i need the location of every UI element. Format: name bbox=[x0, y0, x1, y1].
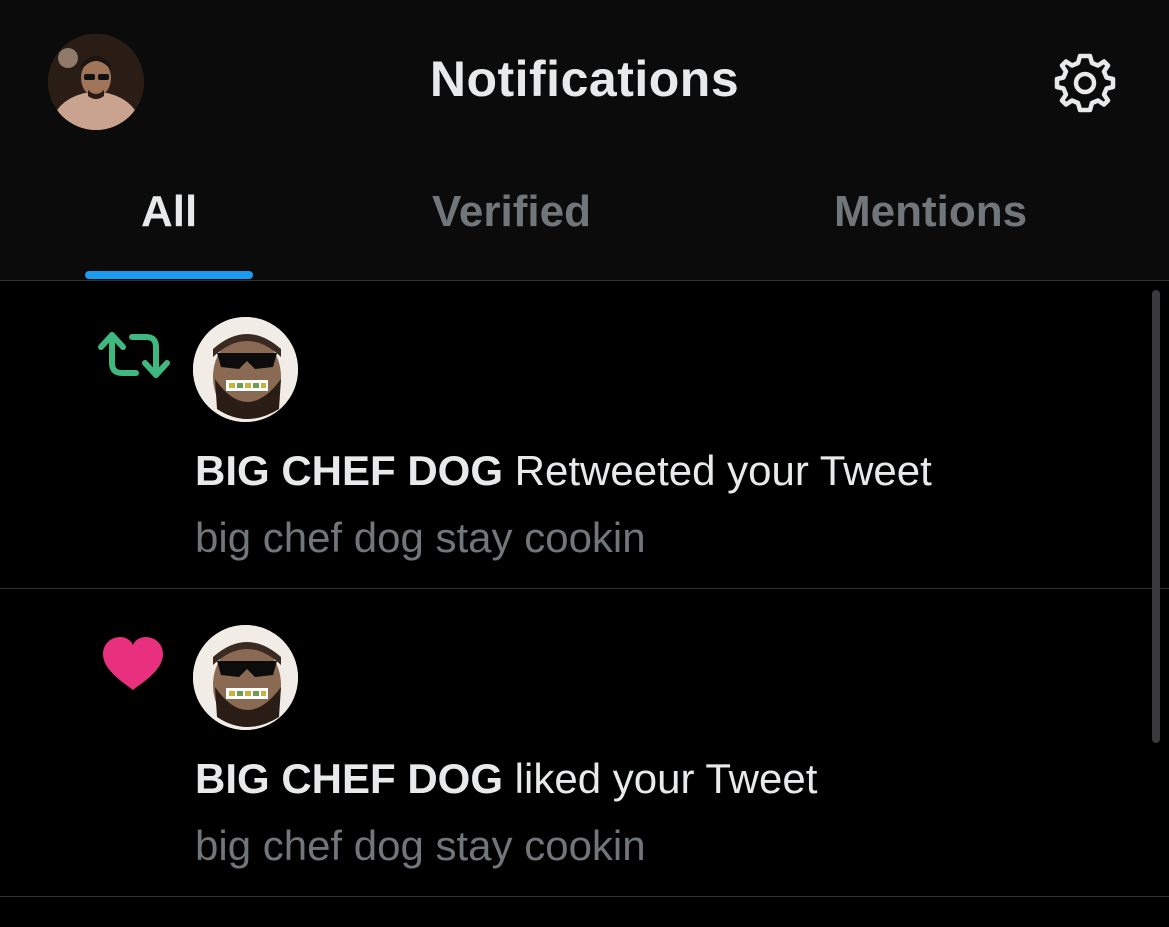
tab-verified[interactable]: Verified bbox=[432, 187, 591, 237]
top-bar: Notifications bbox=[0, 0, 1169, 165]
like-indicator bbox=[96, 633, 172, 693]
user-avatar[interactable] bbox=[193, 625, 298, 730]
notification-text: BIG CHEF DOG Retweeted your Tweet bbox=[195, 447, 932, 495]
notifications-screen: Notifications All Verified Mentions BIG … bbox=[0, 0, 1169, 927]
heart-icon bbox=[103, 637, 163, 690]
user-name[interactable]: BIG CHEF DOG bbox=[195, 447, 503, 494]
tweet-preview: big chef dog stay cookin bbox=[195, 822, 646, 869]
gear-icon bbox=[1054, 53, 1116, 113]
action-text: Retweeted your Tweet bbox=[503, 447, 932, 494]
notification-list: BIG CHEF DOG Retweeted your Tweet big ch… bbox=[0, 281, 1169, 927]
avatar-image bbox=[193, 317, 298, 422]
tab-mentions[interactable]: Mentions bbox=[834, 187, 1027, 237]
retweet-indicator bbox=[96, 325, 172, 385]
tweet-preview: big chef dog stay cookin bbox=[195, 514, 646, 561]
page-title: Notifications bbox=[429, 51, 740, 107]
scrollbar[interactable] bbox=[1152, 290, 1160, 743]
user-name[interactable]: BIG CHEF DOG bbox=[195, 755, 503, 802]
user-avatar[interactable] bbox=[193, 317, 298, 422]
action-text: liked your Tweet bbox=[503, 755, 818, 802]
tab-all[interactable]: All bbox=[141, 187, 197, 237]
notification-text: BIG CHEF DOG liked your Tweet bbox=[195, 755, 817, 803]
active-tab-indicator bbox=[85, 271, 253, 279]
notification-item[interactable]: BIG CHEF DOG Retweeted your Tweet big ch… bbox=[0, 281, 1169, 589]
settings-button[interactable] bbox=[1052, 50, 1118, 116]
notification-tabs: All Verified Mentions bbox=[0, 165, 1169, 281]
notification-item[interactable]: BIG CHEF DOG liked your Tweet big chef d… bbox=[0, 589, 1169, 897]
retweet-icon bbox=[98, 332, 170, 378]
avatar-image bbox=[193, 625, 298, 730]
